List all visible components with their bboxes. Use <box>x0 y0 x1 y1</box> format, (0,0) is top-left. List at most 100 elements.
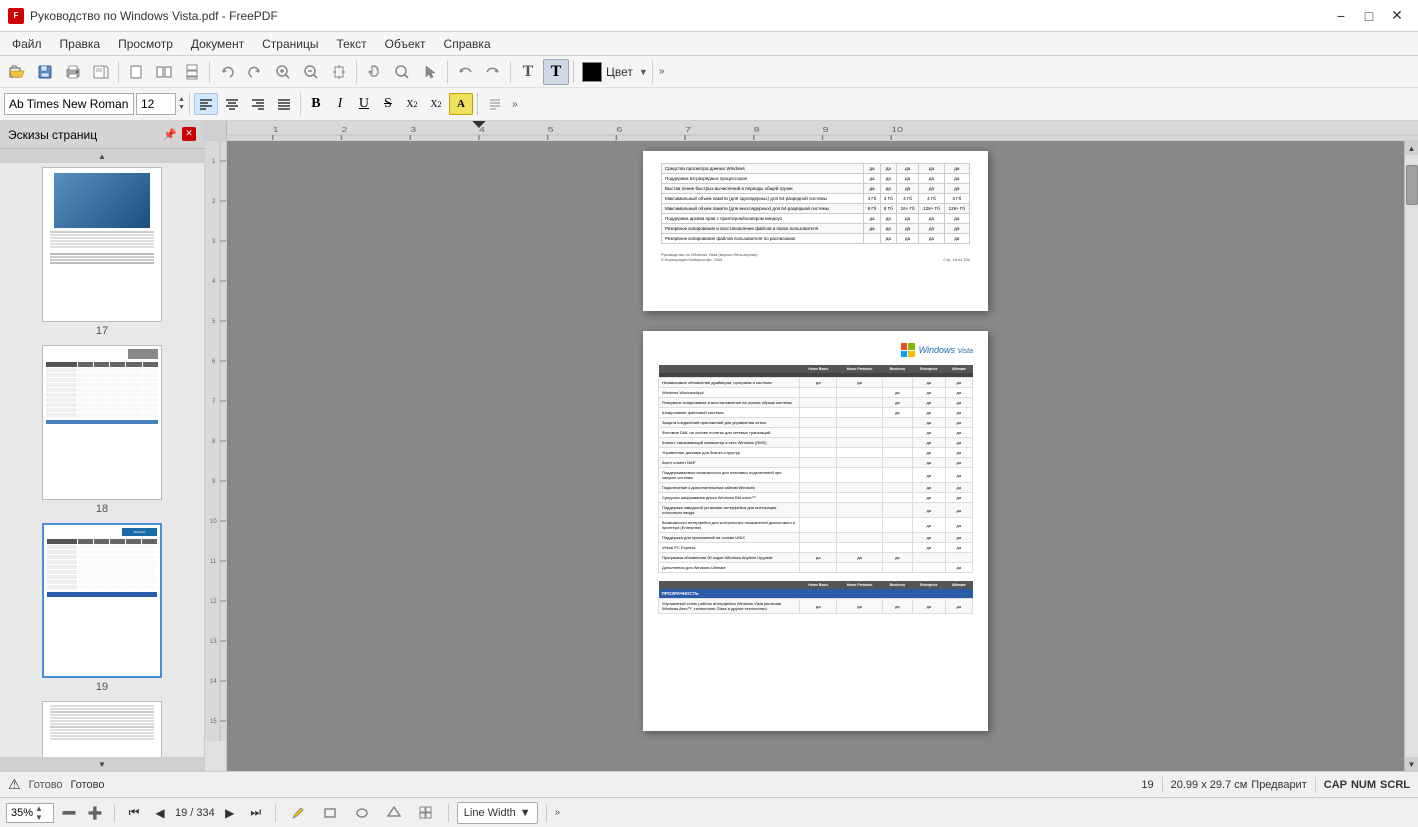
ellipse-tool-button[interactable] <box>348 802 376 824</box>
color-label[interactable]: Цвет <box>606 65 633 79</box>
menu-view[interactable]: Просмотр <box>110 34 181 54</box>
color-swatch[interactable] <box>582 62 602 82</box>
font-size-up[interactable]: ▲ <box>178 96 185 104</box>
menu-document[interactable]: Документ <box>183 34 252 54</box>
rect-tool-button[interactable] <box>316 802 344 824</box>
sidebar-scroll-down-button[interactable]: ▼ <box>0 757 204 771</box>
open-button[interactable] <box>4 59 30 85</box>
sidebar-title: Эскизы страниц <box>8 128 97 142</box>
font-size-down[interactable]: ▼ <box>178 104 185 112</box>
zoom-in-small-button[interactable]: ➕ <box>84 802 106 824</box>
grid-tool-button[interactable] <box>412 802 440 824</box>
rotate-right-button[interactable] <box>242 59 268 85</box>
print-button[interactable] <box>60 59 86 85</box>
align-right-button[interactable] <box>246 93 270 115</box>
scrollbar-up-button[interactable]: ▲ <box>1405 141 1418 155</box>
menu-help[interactable]: Справка <box>436 34 499 54</box>
first-page-button[interactable]: ⏮ <box>123 802 145 824</box>
export-button[interactable] <box>88 59 114 85</box>
undo-button[interactable] <box>452 59 478 85</box>
page-thumb-17[interactable]: 17 <box>4 167 200 337</box>
menu-object[interactable]: Объект <box>377 34 434 54</box>
font-size-input[interactable]: 12 <box>136 93 176 115</box>
align-center-button[interactable] <box>220 93 244 115</box>
fit-page-button[interactable] <box>326 59 352 85</box>
polygon-tool-button[interactable] <box>380 802 408 824</box>
zoom-out-small-button[interactable]: ➖ <box>58 802 80 824</box>
strikethrough-button[interactable]: S <box>377 93 399 115</box>
editor-container: 1 2 3 4 5 6 7 8 9 <box>205 121 1418 771</box>
text-tool-button[interactable]: T <box>515 59 541 85</box>
zoom-display[interactable]: 35% ▲ ▼ <box>6 803 54 823</box>
sidebar-scroll-up-button[interactable]: ▲ <box>0 149 204 163</box>
paragraph-button[interactable] <box>482 91 508 117</box>
bold-button[interactable]: B <box>305 93 327 115</box>
view-continuous-button[interactable] <box>179 59 205 85</box>
zoom-value: 35% <box>11 807 33 819</box>
last-page-button[interactable]: ⏭ <box>245 802 267 824</box>
search-button[interactable] <box>389 59 415 85</box>
minimize-button[interactable]: − <box>1328 6 1354 26</box>
prev-page-button[interactable]: ◀ <box>149 802 171 824</box>
menu-file[interactable]: Файл <box>4 34 50 54</box>
toolbar-bottom-more[interactable]: » <box>555 807 561 818</box>
superscript-button[interactable]: X2 <box>401 93 423 115</box>
hand-tool-button[interactable] <box>361 59 387 85</box>
scrollbar-down-button[interactable]: ▼ <box>1405 757 1418 771</box>
page-thumb-18[interactable]: 18 <box>4 345 200 515</box>
content-area[interactable]: Средства просмотра данных Windows да да … <box>227 141 1404 771</box>
zoom-up-arrow[interactable]: ▲ <box>35 804 43 813</box>
status-bar: ⚠ Готово Готово 19 20.99 x 29.7 см Предв… <box>0 771 1418 797</box>
status-icon: ⚠ <box>8 776 21 793</box>
text-select-button[interactable]: T <box>543 59 569 85</box>
pencil-tool-button[interactable] <box>284 802 312 824</box>
view-single-button[interactable] <box>123 59 149 85</box>
sidebar-close-button[interactable]: ✕ <box>182 127 196 141</box>
sidebar-pin-button[interactable]: 📌 <box>162 127 178 143</box>
color-dropdown-arrow[interactable]: ▼ <box>639 67 648 77</box>
page-thumb-img-19[interactable]: Windows <box>42 523 162 678</box>
svg-text:5: 5 <box>548 126 554 134</box>
fmt-sep-1 <box>189 93 190 115</box>
select-button[interactable] <box>417 59 443 85</box>
scrollbar-thumb[interactable] <box>1406 165 1418 205</box>
font-name-box[interactable]: Ab Times New Roman <box>4 93 134 115</box>
subscript-button[interactable]: X2 <box>425 93 447 115</box>
page-thumb-19[interactable]: Windows 19 <box>4 523 200 693</box>
italic-button[interactable]: I <box>329 93 351 115</box>
menu-text[interactable]: Текст <box>328 34 374 54</box>
zoom-in-button[interactable] <box>270 59 296 85</box>
page-thumb-img-18[interactable] <box>42 345 162 500</box>
toolbar2-more[interactable]: » <box>510 99 520 110</box>
align-justify-button[interactable] <box>272 93 296 115</box>
svg-text:1: 1 <box>273 126 279 134</box>
zoom-out-button[interactable] <box>298 59 324 85</box>
save-button[interactable] <box>32 59 58 85</box>
underline-button[interactable]: U <box>353 93 375 115</box>
line-width-button[interactable]: Line Width ▼ <box>457 802 538 824</box>
svg-text:10: 10 <box>210 519 217 525</box>
maximize-button[interactable]: □ <box>1356 6 1382 26</box>
bottom-sep-2 <box>275 804 276 822</box>
line-width-arrow[interactable]: ▼ <box>520 807 531 819</box>
toolbar1-more[interactable]: » <box>657 66 667 77</box>
status-scrl: SCRL <box>1380 779 1410 791</box>
page-thumb-img-17[interactable] <box>42 167 162 322</box>
menu-edit[interactable]: Правка <box>52 34 109 54</box>
menu-pages[interactable]: Страницы <box>254 34 326 54</box>
title-bar-left: F Руководство по Windows Vista.pdf - Fre… <box>8 8 278 24</box>
close-button[interactable]: ✕ <box>1384 6 1410 26</box>
font-size-spinner[interactable]: ▲ ▼ <box>178 96 185 112</box>
zoom-down-arrow[interactable]: ▼ <box>35 813 43 822</box>
toolbar-sep-4 <box>447 61 448 83</box>
align-left-button[interactable] <box>194 93 218 115</box>
toolbar-area: T T Цвет ▼ » Ab Times New Roman 12 ▲ ▼ <box>0 56 1418 121</box>
highlight-button[interactable]: A <box>449 93 473 115</box>
zoom-spinner[interactable]: ▲ ▼ <box>35 804 43 822</box>
page-thumb-img-20[interactable] <box>42 701 162 757</box>
next-page-button[interactable]: ▶ <box>219 802 241 824</box>
view-double-button[interactable] <box>151 59 177 85</box>
redo-button[interactable] <box>480 59 506 85</box>
page-thumb-20[interactable]: 20 <box>4 701 200 757</box>
rotate-left-button[interactable] <box>214 59 240 85</box>
